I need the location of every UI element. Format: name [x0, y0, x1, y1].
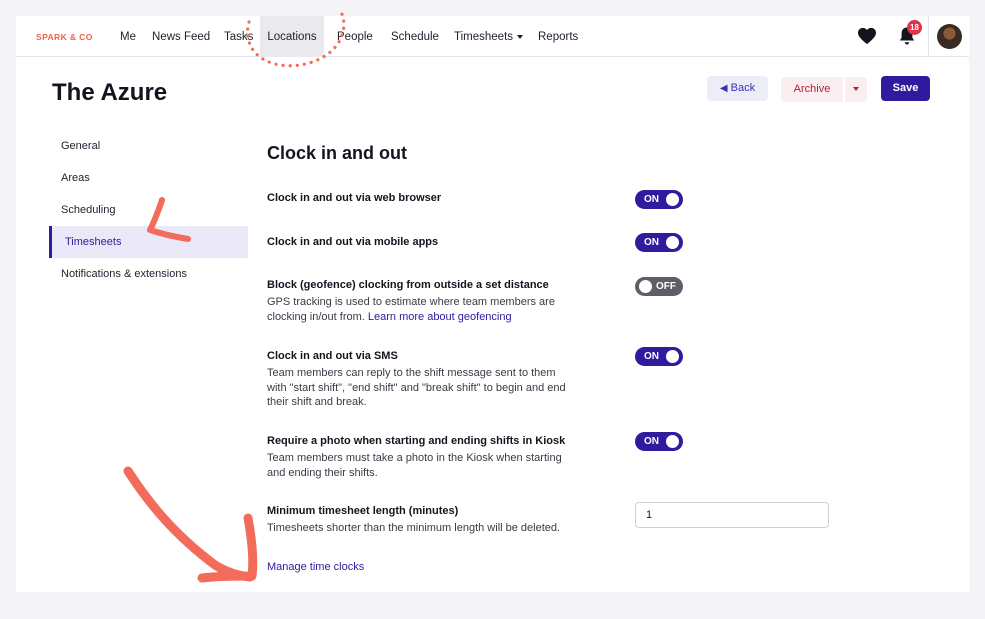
toggle-kiosk-photo[interactable]: ON	[635, 432, 683, 451]
toggle-web-browser[interactable]: ON	[635, 190, 683, 209]
toggle-label: ON	[644, 351, 659, 362]
setting-title: Clock in and out via web browser	[267, 192, 442, 204]
nav-item-news-feed[interactable]: News Feed	[152, 16, 210, 57]
top-nav: SPARK & CO Me News Feed Tasks Locations …	[16, 16, 969, 57]
nav-item-timesheets-label: Timesheets	[454, 31, 514, 43]
setting-title: Minimum timesheet length (minutes)	[267, 505, 459, 517]
setting-title: Block (geofence) clocking from outside a…	[267, 279, 549, 291]
nav-divider	[928, 16, 929, 57]
toggle-mobile-apps[interactable]: ON	[635, 233, 683, 252]
nav-item-tasks[interactable]: Tasks	[224, 16, 253, 57]
nav-item-timesheets[interactable]: Timesheets	[454, 16, 524, 57]
back-button-label: Back	[730, 82, 756, 94]
app-window: SPARK & CO Me News Feed Tasks Locations …	[16, 16, 969, 592]
toggle-geofence[interactable]: OFF	[635, 277, 683, 296]
geofencing-link[interactable]: Learn more about geofencing	[368, 311, 512, 323]
toggle-label: OFF	[656, 281, 676, 292]
toggle-label: ON	[644, 194, 659, 205]
nav-item-me[interactable]: Me	[120, 16, 136, 57]
setting-description: Team members can reply to the shift mess…	[267, 367, 566, 408]
sidebar-item-scheduling[interactable]: Scheduling	[49, 194, 248, 226]
setting-description: GPS tracking is used to estimate where t…	[267, 295, 567, 324]
toggle-label: ON	[644, 436, 659, 447]
sidebar-item-areas[interactable]: Areas	[49, 162, 248, 194]
minimum-length-input[interactable]	[635, 502, 829, 528]
archive-dropdown-button[interactable]	[845, 77, 867, 102]
archive-button[interactable]: Archive	[781, 77, 843, 102]
brand-logo[interactable]: SPARK & CO	[36, 32, 93, 42]
notification-badge: 18	[907, 20, 922, 35]
section-title: Clock in and out	[267, 143, 408, 163]
sidebar-item-notifications[interactable]: Notifications & extensions	[49, 258, 248, 290]
manage-time-clocks-link[interactable]: Manage time clocks	[267, 561, 364, 573]
nav-item-schedule[interactable]: Schedule	[391, 16, 439, 57]
toggle-knob	[666, 236, 679, 249]
sidebar-item-timesheets[interactable]: Timesheets	[49, 226, 248, 258]
toggle-sms[interactable]: ON	[635, 347, 683, 366]
chevron-left-icon: ◀	[719, 83, 728, 94]
toggle-knob	[639, 280, 652, 293]
caret-down-icon	[853, 87, 859, 92]
back-button[interactable]: ◀ Back	[707, 76, 768, 101]
setting-title: Require a photo when starting and ending…	[267, 435, 566, 447]
nav-item-reports[interactable]: Reports	[538, 16, 578, 57]
toggle-knob	[666, 435, 679, 448]
toggle-knob	[666, 193, 679, 206]
setting-title: Clock in and out via mobile apps	[267, 236, 439, 248]
avatar[interactable]	[937, 24, 962, 49]
toggle-knob	[666, 350, 679, 363]
save-button[interactable]: Save	[881, 76, 930, 101]
setting-description: Timesheets shorter than the minimum leng…	[267, 522, 561, 534]
page-title: The Azure	[52, 79, 168, 106]
setting-description: Team members must take a photo in the Ki…	[267, 452, 562, 479]
nav-item-locations[interactable]: Locations	[260, 16, 324, 57]
sidebar-item-general[interactable]: General	[49, 130, 248, 162]
toggle-label: ON	[644, 237, 659, 248]
heart-icon[interactable]	[857, 27, 877, 45]
setting-title: Clock in and out via SMS	[267, 350, 398, 362]
nav-item-people[interactable]: People	[337, 16, 373, 57]
caret-down-icon	[517, 34, 524, 39]
